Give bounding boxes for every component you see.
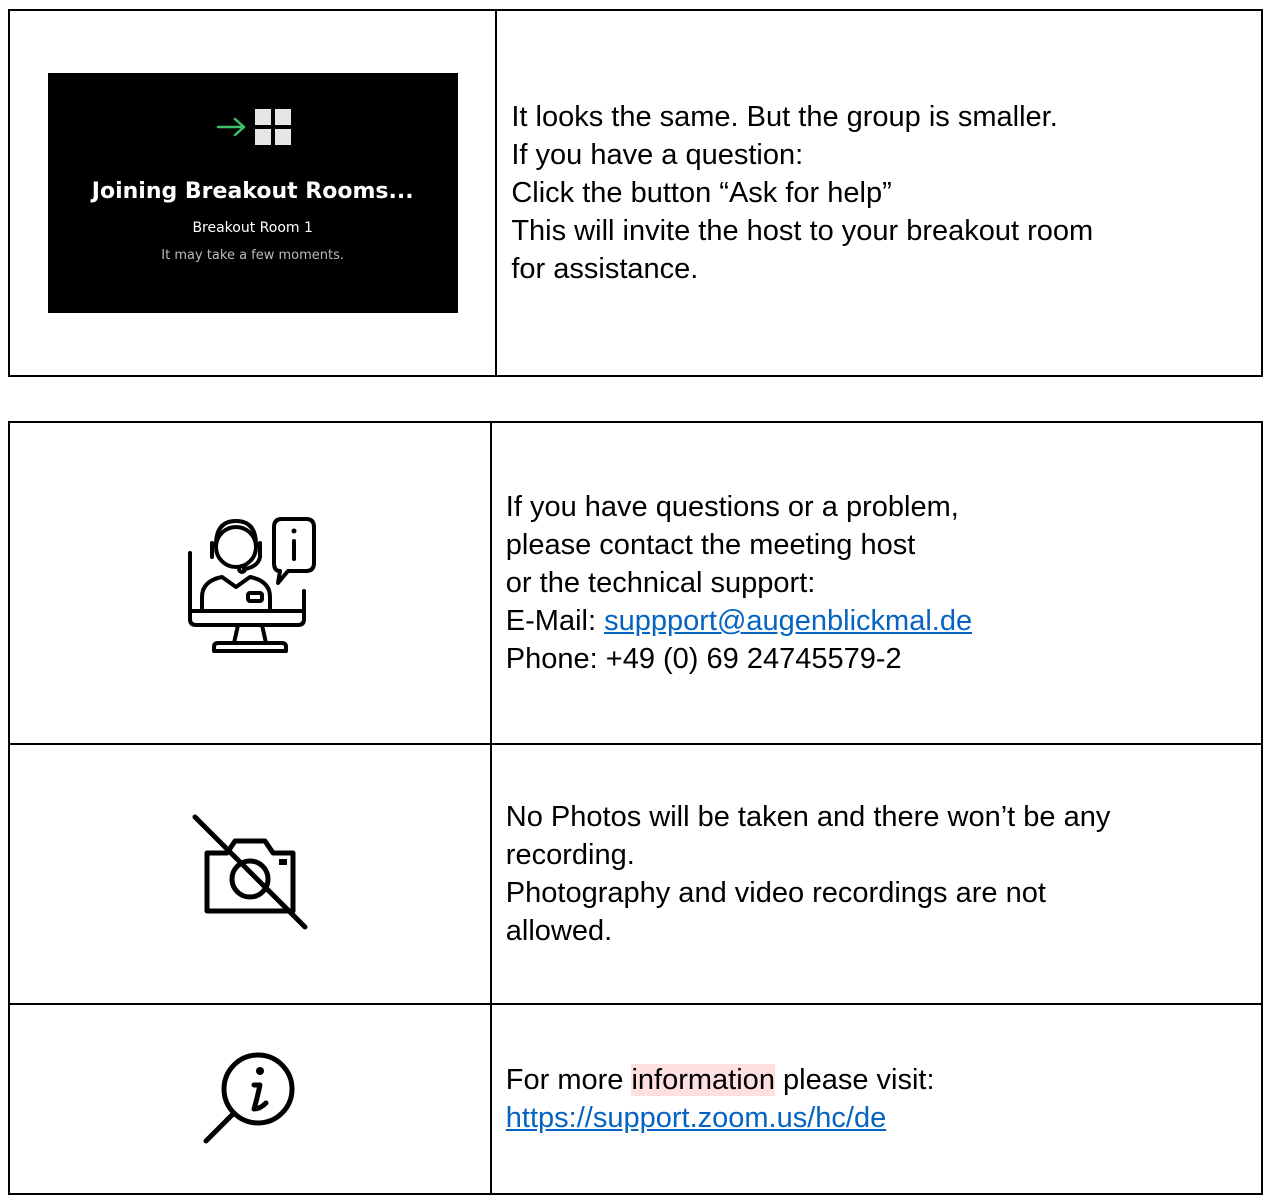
support-icon-cell bbox=[8, 421, 492, 745]
breakout-text-line: If you have a question: bbox=[511, 139, 804, 171]
photo-icon-cell bbox=[8, 743, 492, 1005]
grid-icon bbox=[254, 109, 291, 145]
breakout-room-name: Breakout Room 1 bbox=[192, 220, 313, 236]
info-link-line: https://support.zoom.us/hc/de bbox=[506, 1099, 1261, 1137]
info-highlight: information bbox=[631, 1064, 775, 1096]
support-text-line: If you have questions or a problem, bbox=[505, 491, 959, 523]
support-text-cell: If you have questions or a problem, plea… bbox=[489, 421, 1263, 745]
info-table: If you have questions or a problem, plea… bbox=[8, 421, 1263, 1195]
phone-line: Phone: +49 (0) 69 24745579-2 bbox=[505, 643, 902, 675]
breakout-text-line: It looks the same. But the group is smal… bbox=[511, 101, 1058, 133]
arrow-right-icon bbox=[216, 117, 245, 137]
info-text-cell: For more information please visit: https… bbox=[489, 1003, 1263, 1195]
support-email-link[interactable]: suppport@augenblickmal.de bbox=[604, 605, 972, 637]
info-text-before: For more bbox=[505, 1064, 632, 1096]
photo-text-line: No Photos will be taken and there won’t … bbox=[505, 801, 1111, 833]
email-line: E-Mail: suppport@augenblickmal.de bbox=[506, 602, 1261, 640]
breakout-text-line: This will invite the host to your breako… bbox=[511, 215, 1094, 247]
breakout-text-cell: It looks the same. But the group is smal… bbox=[495, 9, 1263, 377]
zoom-support-link[interactable]: https://support.zoom.us/hc/de bbox=[506, 1102, 886, 1134]
info-text-line: For more information please visit: bbox=[506, 1061, 1261, 1099]
support-row: If you have questions or a problem, plea… bbox=[8, 421, 1263, 745]
photo-text-line: Photography and video recordings are not bbox=[505, 877, 1046, 909]
no-camera-icon bbox=[192, 814, 308, 929]
email-label: E-Mail: bbox=[505, 605, 605, 637]
breakout-text-line: Click the button “Ask for help” bbox=[511, 177, 892, 209]
info-search-icon bbox=[203, 1052, 295, 1143]
support-agent-icon bbox=[187, 516, 316, 653]
breakout-image-cell: Joining Breakout Rooms... Breakout Room … bbox=[7, 9, 498, 377]
breakout-title: Joining Breakout Rooms... bbox=[91, 179, 414, 204]
info-icon-cell bbox=[8, 1003, 492, 1195]
breakout-row: Joining Breakout Rooms... Breakout Room … bbox=[7, 9, 1263, 377]
info-text-after: please visit: bbox=[774, 1064, 935, 1096]
support-text-line: please contact the meeting host bbox=[505, 529, 916, 561]
breakout-table: Joining Breakout Rooms... Breakout Room … bbox=[7, 9, 1263, 377]
photo-text-cell: No Photos will be taken and there won’t … bbox=[489, 743, 1263, 1005]
breakout-note: It may take a few moments. bbox=[161, 248, 345, 263]
breakout-text-line: for assistance. bbox=[511, 253, 699, 285]
zoom-breakout-screenshot: Joining Breakout Rooms... Breakout Room … bbox=[47, 73, 458, 313]
support-text-line: or the technical support: bbox=[505, 567, 816, 599]
photo-text-line: recording. bbox=[505, 839, 635, 871]
info-row: For more information please visit: https… bbox=[8, 1003, 1263, 1195]
photo-text-line: allowed. bbox=[505, 915, 613, 947]
photo-row: No Photos will be taken and there won’t … bbox=[8, 743, 1263, 1005]
breakout-icons bbox=[215, 105, 291, 149]
